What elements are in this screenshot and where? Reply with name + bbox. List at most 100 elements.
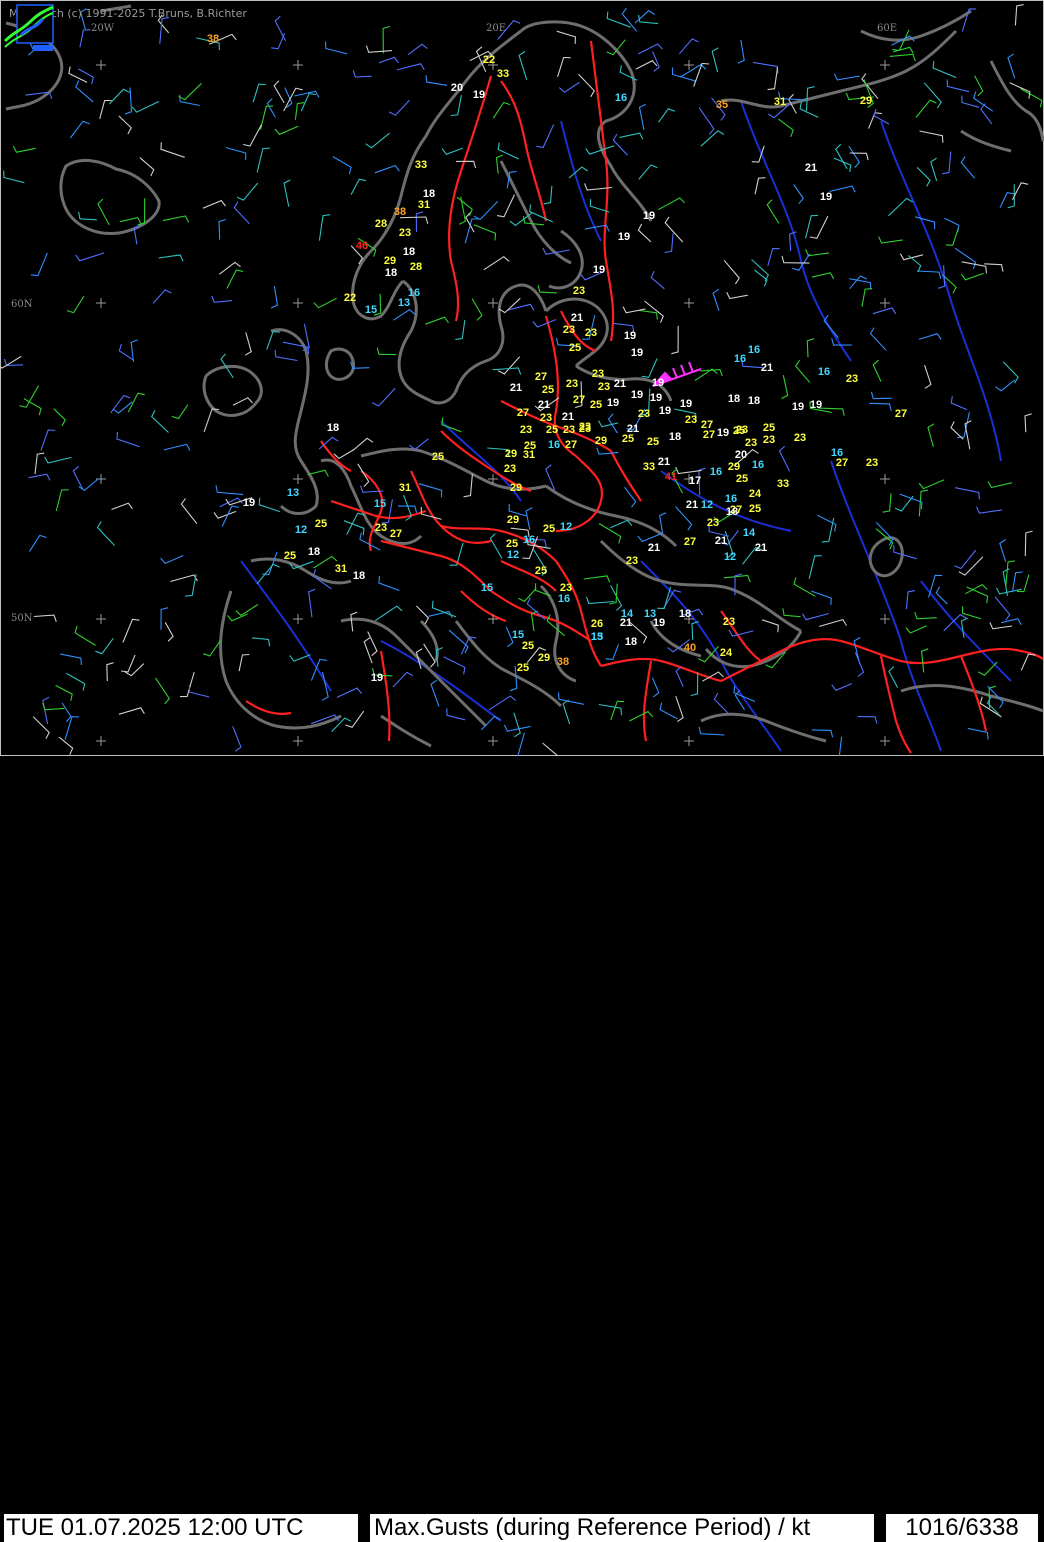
gust-value: 31 — [418, 199, 430, 211]
wind-barb — [162, 215, 190, 223]
wind-barb — [525, 507, 533, 530]
weather-map[interactable]: 38 22 33 20 19 16 35 31 29 33 21 18 31 19 38 28 23 19 46 18… — [0, 0, 1044, 757]
wind-barb — [857, 716, 878, 724]
gust-value: 23 — [592, 368, 604, 380]
wind-barb — [641, 358, 658, 378]
wind-barb — [638, 14, 659, 25]
wind-barb — [562, 699, 571, 725]
wind-barb — [950, 396, 968, 411]
wind-barb — [1020, 653, 1036, 671]
wind-barb — [1007, 184, 1015, 209]
wind-barb — [372, 387, 396, 407]
wind-barb — [861, 288, 873, 307]
wind-barb — [61, 702, 72, 723]
gust-value: 16 — [523, 534, 535, 546]
wind-barb — [171, 404, 189, 420]
gust-value: 23 — [794, 432, 806, 444]
wind-barb — [711, 47, 719, 73]
gust-value: 25 — [543, 523, 555, 535]
wind-barb — [754, 177, 766, 195]
wind-barb — [838, 736, 843, 757]
wind-barb — [778, 445, 790, 472]
label-20e: 20E — [486, 23, 507, 34]
gust-value: 21 — [562, 411, 574, 423]
gust-value: 19 — [680, 398, 692, 410]
coastline-layer — [5, 4, 1044, 748]
gust-value: 23 — [846, 373, 858, 385]
gust-value: 23 — [563, 324, 575, 336]
wind-barb — [872, 359, 882, 382]
gust-value: 23 — [707, 517, 719, 529]
wind-barb — [96, 521, 115, 546]
wind-barb — [376, 347, 397, 356]
wind-barb — [854, 652, 865, 677]
wind-barb — [664, 233, 674, 254]
gust-value: 27 — [684, 536, 696, 548]
wind-barb — [778, 118, 794, 138]
wind-barb — [34, 452, 45, 475]
gust-value: 16 — [748, 344, 760, 356]
wind-barb — [446, 708, 466, 721]
wind-barb — [905, 625, 927, 634]
wind-barb — [121, 654, 136, 673]
wind-barb — [318, 214, 331, 241]
gust-value: 38 — [207, 33, 219, 45]
wind-barb — [409, 438, 429, 450]
wind-barb — [95, 637, 114, 655]
wind-barb — [119, 216, 142, 225]
wind-barb — [152, 289, 172, 304]
wind-barb — [987, 481, 1013, 489]
gust-value: 28 — [410, 261, 422, 273]
wind-barb — [12, 145, 36, 153]
wind-barb — [835, 143, 848, 170]
wind-barb — [956, 412, 970, 439]
wind-barb — [638, 103, 646, 131]
wind-barb — [811, 590, 832, 606]
wind-barb — [605, 644, 620, 660]
wind-barb — [313, 555, 338, 569]
gust-value: 18 — [327, 422, 339, 434]
wind-barb — [918, 333, 942, 340]
wind-barb — [160, 554, 184, 565]
wind-barb — [698, 726, 725, 736]
wind-barb — [236, 182, 259, 201]
wind-barb — [767, 67, 779, 91]
wind-barb — [888, 666, 899, 688]
wind-barb — [675, 466, 702, 475]
wind-barb — [274, 349, 298, 362]
gust-value: 31 — [399, 482, 411, 494]
wind-barb — [106, 662, 114, 682]
gust-value: 19 — [593, 264, 605, 276]
wind-barb — [473, 224, 497, 241]
gust-value: 18 — [625, 636, 637, 648]
wind-barb — [158, 254, 184, 262]
wind-barb — [737, 39, 745, 64]
gust-value: 23 — [626, 555, 638, 567]
wind-barb — [882, 493, 892, 513]
wind-barb — [160, 607, 169, 630]
wind-barb — [33, 614, 57, 622]
wind-barb — [397, 505, 418, 513]
wind-barb — [122, 618, 140, 643]
gust-value: 29 — [728, 461, 740, 473]
gust-value: 23 — [399, 227, 411, 239]
wind-barb — [455, 160, 477, 169]
gust-value: 17 — [689, 475, 701, 487]
wind-barb — [180, 498, 198, 525]
wind-barb — [578, 73, 595, 98]
graticule-cross — [96, 60, 106, 70]
wind-barb — [899, 493, 923, 510]
gust-value: 27 — [390, 528, 402, 540]
wind-barb — [664, 216, 684, 243]
wind-barb — [363, 637, 373, 664]
gust-value: 29 — [507, 514, 519, 526]
wind-barb — [378, 56, 399, 64]
wind-barb — [867, 112, 882, 129]
wind-barb — [333, 449, 354, 460]
wind-barb — [160, 142, 185, 158]
wind-barb — [464, 218, 479, 244]
wind-barb — [619, 132, 644, 140]
wind-barb — [154, 677, 170, 705]
gust-value: 41 — [665, 471, 677, 483]
wind-barb — [1007, 53, 1016, 79]
